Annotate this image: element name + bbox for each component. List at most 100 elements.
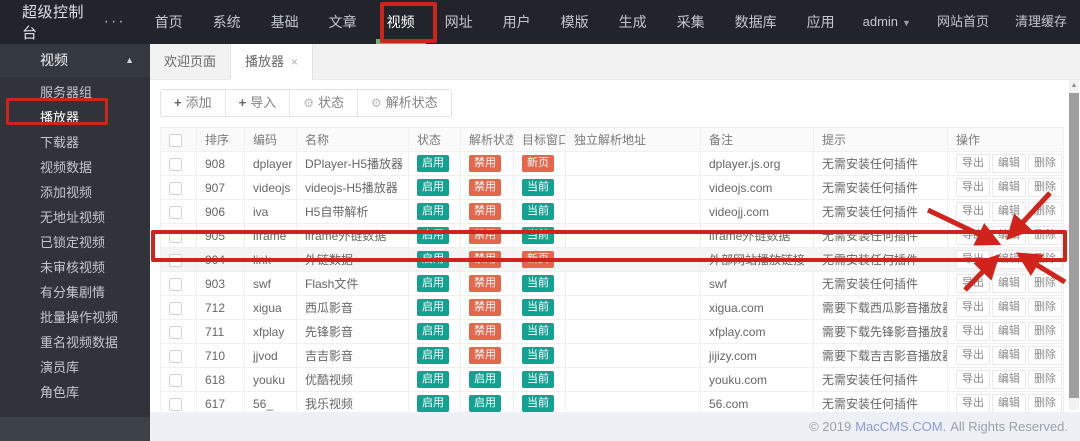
topnav-item-7[interactable]: 模版 [546, 0, 604, 44]
target-window-badge[interactable]: 当前 [522, 179, 554, 196]
topnav-item-0[interactable]: 首页 [140, 0, 198, 44]
parse-status-badge[interactable]: 禁用 [469, 275, 501, 292]
status-badge[interactable]: 启用 [417, 251, 449, 268]
scrollbar-thumb[interactable] [1069, 93, 1079, 398]
parse-status-badge[interactable]: 启用 [469, 371, 501, 388]
target-window-badge[interactable]: 新页 [522, 251, 554, 268]
topnav-item-3[interactable]: 文章 [314, 0, 372, 44]
delete-button[interactable]: 删除 [1028, 273, 1062, 294]
status-badge[interactable]: 启用 [417, 227, 449, 244]
delete-button[interactable]: 删除 [1028, 321, 1062, 342]
parse-status-badge[interactable]: 禁用 [469, 323, 501, 340]
edit-button[interactable]: 编辑 [992, 177, 1026, 198]
target-window-badge[interactable]: 当前 [522, 299, 554, 316]
export-button[interactable]: 导出 [956, 201, 990, 222]
sidebar-item-1[interactable]: 播放器 [0, 105, 150, 130]
export-button[interactable]: 导出 [956, 249, 990, 270]
status-badge[interactable]: 启用 [417, 275, 449, 292]
tab-welcome[interactable]: 欢迎页面 [150, 44, 232, 79]
delete-button[interactable]: 删除 [1028, 201, 1062, 222]
row-checkbox[interactable] [169, 181, 182, 195]
sidebar-item-9[interactable]: 批量操作视频 [0, 305, 150, 330]
edit-button[interactable]: 编辑 [992, 225, 1026, 246]
export-button[interactable]: 导出 [956, 369, 990, 390]
export-button[interactable]: 导出 [956, 297, 990, 318]
delete-button[interactable]: 删除 [1028, 177, 1062, 198]
row-checkbox[interactable] [169, 157, 182, 171]
row-checkbox[interactable] [169, 373, 182, 387]
edit-button[interactable]: 编辑 [992, 321, 1026, 342]
export-button[interactable]: 导出 [956, 321, 990, 342]
sidebar-item-7[interactable]: 未审核视频 [0, 255, 150, 280]
sidebar-item-3[interactable]: 视频数据 [0, 155, 150, 180]
sidebar-item-2[interactable]: 下载器 [0, 130, 150, 155]
delete-button[interactable]: 删除 [1028, 249, 1062, 270]
status-badge[interactable]: 启用 [417, 371, 449, 388]
sidebar-item-12[interactable]: 角色库 [0, 380, 150, 405]
sidebar-item-5[interactable]: 无地址视频 [0, 205, 150, 230]
status-badge[interactable]: 启用 [417, 179, 449, 196]
topnav-item-11[interactable]: 应用 [792, 0, 850, 44]
parse-status-badge[interactable]: 禁用 [469, 227, 501, 244]
target-window-badge[interactable]: 当前 [522, 371, 554, 388]
parse-status-badge[interactable]: 禁用 [469, 155, 501, 172]
site-home-link[interactable]: 网站首页 [924, 0, 1002, 44]
topnav-item-10[interactable]: 数据库 [720, 0, 792, 44]
parse-status-badge[interactable]: 禁用 [469, 347, 501, 364]
row-checkbox[interactable] [169, 205, 182, 219]
import-button[interactable]: + 导入 [225, 90, 291, 116]
sidebar-item-11[interactable]: 演员库 [0, 355, 150, 380]
status-badge[interactable]: 启用 [417, 203, 449, 220]
parse-status-badge[interactable]: 启用 [469, 395, 501, 412]
topnav-item-6[interactable]: 用户 [488, 0, 546, 44]
delete-button[interactable]: 删除 [1028, 393, 1062, 414]
parse-status-badge[interactable]: 禁用 [469, 203, 501, 220]
sidebar-item-6[interactable]: 已锁定视频 [0, 230, 150, 255]
status-button[interactable]: ⚙ 状态 [290, 90, 358, 116]
export-button[interactable]: 导出 [956, 393, 990, 414]
export-button[interactable]: 导出 [956, 273, 990, 294]
close-icon[interactable]: × [291, 55, 298, 69]
row-checkbox[interactable] [169, 277, 182, 291]
sidebar-item-8[interactable]: 有分集剧情 [0, 280, 150, 305]
edit-button[interactable]: 编辑 [992, 153, 1026, 174]
target-window-badge[interactable]: 当前 [522, 203, 554, 220]
sidebar-item-4[interactable]: 添加视频 [0, 180, 150, 205]
clear-cache-link[interactable]: 清理缓存 [1002, 0, 1080, 44]
add-button[interactable]: + 添加 [161, 90, 226, 116]
parse-status-badge[interactable]: 禁用 [469, 251, 501, 268]
row-checkbox[interactable] [169, 253, 182, 267]
status-badge[interactable]: 启用 [417, 155, 449, 172]
target-window-badge[interactable]: 当前 [522, 347, 554, 364]
edit-button[interactable]: 编辑 [992, 297, 1026, 318]
topnav-item-2[interactable]: 基础 [256, 0, 314, 44]
target-window-badge[interactable]: 当前 [522, 395, 554, 412]
target-window-badge[interactable]: 当前 [522, 323, 554, 340]
delete-button[interactable]: 删除 [1028, 153, 1062, 174]
row-checkbox[interactable] [169, 397, 182, 411]
row-checkbox[interactable] [169, 229, 182, 243]
row-checkbox[interactable] [169, 349, 182, 363]
edit-button[interactable]: 编辑 [992, 393, 1026, 414]
export-button[interactable]: 导出 [956, 225, 990, 246]
sidebar-item-10[interactable]: 重名视频数据 [0, 330, 150, 355]
edit-button[interactable]: 编辑 [992, 345, 1026, 366]
tab-player[interactable]: 播放器 × [231, 44, 314, 80]
sidebar-item-0[interactable]: 服务器组 [0, 80, 150, 105]
parse-status-badge[interactable]: 禁用 [469, 299, 501, 316]
row-checkbox[interactable] [169, 301, 182, 315]
delete-button[interactable]: 删除 [1028, 345, 1062, 366]
topnav-item-5[interactable]: 网址 [430, 0, 488, 44]
status-badge[interactable]: 启用 [417, 395, 449, 412]
status-badge[interactable]: 启用 [417, 323, 449, 340]
topnav-item-9[interactable]: 采集 [662, 0, 720, 44]
export-button[interactable]: 导出 [956, 345, 990, 366]
edit-button[interactable]: 编辑 [992, 249, 1026, 270]
vertical-scrollbar[interactable]: ▲ [1069, 80, 1079, 410]
target-window-badge[interactable]: 当前 [522, 227, 554, 244]
row-checkbox[interactable] [169, 325, 182, 339]
more-menu-icon[interactable]: ··· [90, 13, 140, 31]
maccms-link[interactable]: MacCMS.COM. [855, 419, 946, 434]
delete-button[interactable]: 删除 [1028, 369, 1062, 390]
topnav-item-8[interactable]: 生成 [604, 0, 662, 44]
